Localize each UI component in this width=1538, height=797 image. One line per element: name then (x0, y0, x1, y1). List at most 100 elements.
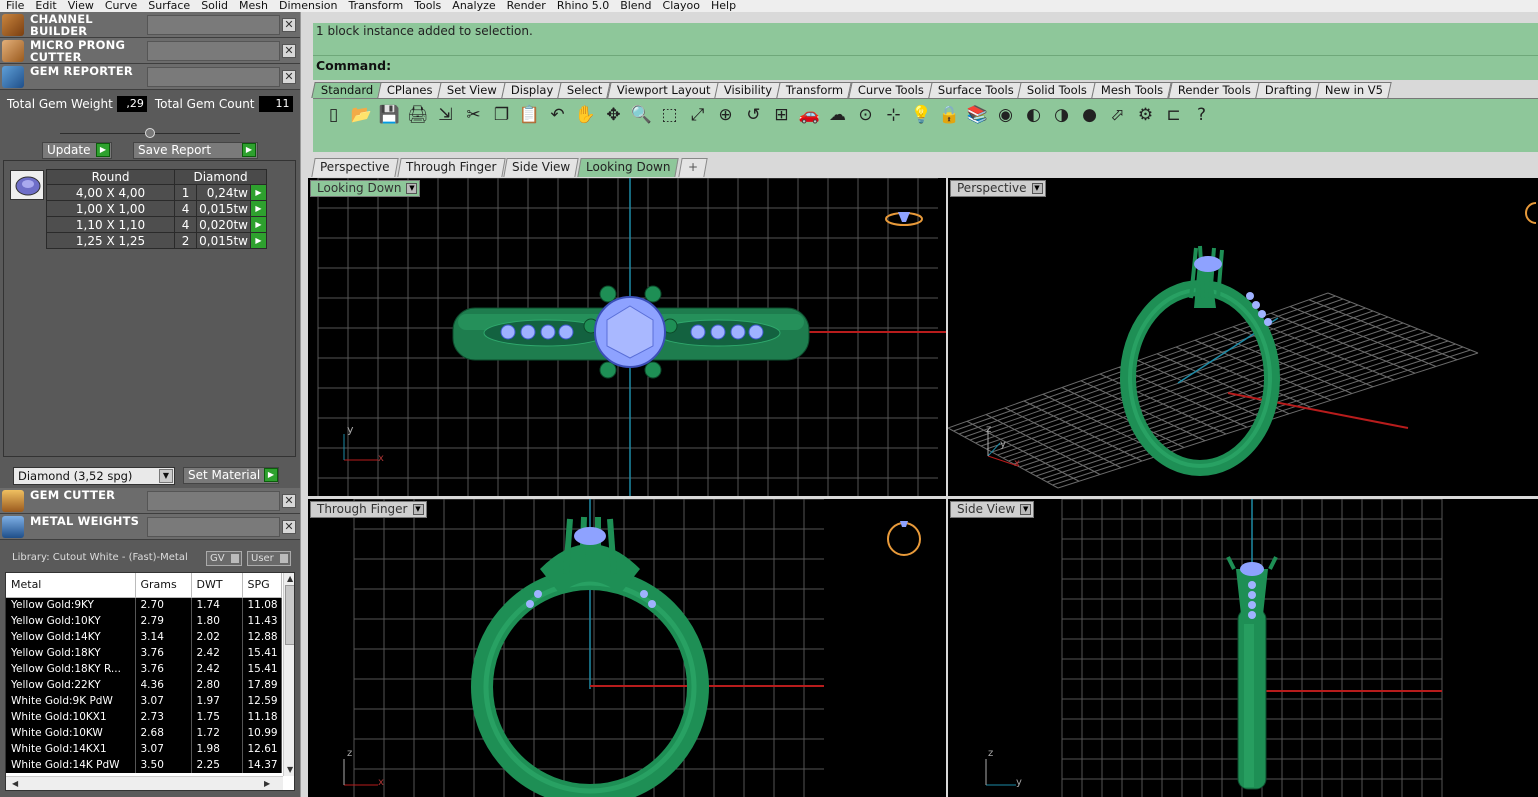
play-arrow-icon[interactable]: ▶ (242, 143, 256, 157)
metal-row[interactable]: White Gold:14KX1 3.07 1.98 12.61 (6, 741, 282, 757)
car-icon[interactable]: 🚗 (798, 104, 821, 126)
close-icon[interactable]: ✕ (282, 494, 296, 508)
open-icon[interactable]: 📂 (350, 104, 373, 126)
metal-row[interactable]: Yellow Gold:18KY R... 3.76 2.42 15.41 (6, 661, 282, 677)
metal-header[interactable]: Metal (6, 573, 136, 598)
play-arrow-icon[interactable]: ▶ (250, 216, 267, 233)
menu-dimension[interactable]: Dimension (273, 0, 342, 12)
chevron-down-icon[interactable]: ▼ (406, 183, 418, 194)
cplane-icon[interactable]: ⊙ (854, 104, 877, 126)
toolbar-tab-set-view[interactable]: Set View (437, 82, 506, 98)
metal-row[interactable]: White Gold:9K PdW 3.07 1.97 12.59 (6, 693, 282, 709)
chevron-down-icon[interactable]: ▼ (412, 504, 424, 515)
metal-row[interactable]: Yellow Gold:18KY 3.76 2.42 15.41 (6, 645, 282, 661)
view-tab-looking-down[interactable]: Looking Down (577, 158, 680, 177)
splitter-handle[interactable] (145, 128, 155, 138)
menu-surface[interactable]: Surface (142, 0, 195, 12)
gem-reporter-header[interactable]: GEM REPORTER ✕ (0, 64, 300, 90)
toolbar-tab-drafting[interactable]: Drafting (1254, 82, 1321, 98)
undo-icon[interactable]: ↶ (546, 104, 569, 126)
spg-header[interactable]: SPG (242, 573, 282, 598)
view-tab-side-view[interactable]: Side View (503, 158, 579, 177)
close-icon[interactable]: ✕ (282, 70, 296, 84)
viewport-title-perspective[interactable]: Perspective ▼ (950, 180, 1046, 197)
viewport-side-view[interactable]: z y Side View ▼ (948, 499, 1538, 797)
vertical-scrollbar[interactable]: ▲ ▼ (283, 573, 294, 776)
grid-snap-icon[interactable]: ⊹ (882, 104, 905, 126)
lock-icon[interactable]: 🔒 (938, 104, 961, 126)
play-arrow-icon[interactable]: ▶ (250, 232, 267, 249)
settings-icon[interactable]: ⚙ (1134, 104, 1157, 126)
scroll-down-icon[interactable]: ▼ (287, 765, 293, 774)
color-wheel-icon[interactable]: ◉ (994, 104, 1017, 126)
chevron-down-icon[interactable]: ▼ (1020, 504, 1032, 515)
copy-icon[interactable]: ❐ (490, 104, 513, 126)
menu-mesh[interactable]: Mesh (233, 0, 273, 12)
zoom-icon[interactable]: 🔍 (630, 104, 653, 126)
metal-row[interactable]: Yellow Gold:10KY 2.79 1.80 11.43 (6, 613, 282, 629)
close-icon[interactable]: ✕ (282, 44, 296, 58)
metal-row[interactable]: Yellow Gold:14KY 3.14 2.02 12.88 (6, 629, 282, 645)
menu-edit[interactable]: Edit (29, 0, 61, 12)
pan-icon[interactable]: ✋ (574, 104, 597, 126)
chevron-down-icon[interactable]: ▼ (159, 469, 173, 483)
view-tab-perspective[interactable]: Perspective (311, 158, 399, 177)
material-icon[interactable]: ● (1078, 104, 1101, 126)
print-icon[interactable]: 🖨 (406, 104, 429, 126)
channel-builder-header[interactable]: CHANNEL BUILDER ✕ (0, 12, 300, 38)
zoom-extents-icon[interactable]: ⤢ (686, 104, 709, 126)
scroll-left-icon[interactable]: ◀ (12, 779, 18, 788)
import-icon[interactable]: ⇲ (434, 104, 457, 126)
play-arrow-icon[interactable]: ▶ (264, 468, 278, 482)
micro-prong-cutter-header[interactable]: MICRO PRONG CUTTER ✕ (0, 38, 300, 64)
viewport-looking-down[interactable]: y x Looking Down ▼ (308, 178, 946, 496)
fog-icon[interactable]: ☁ (826, 104, 849, 126)
scroll-up-icon[interactable]: ▲ (287, 574, 293, 583)
zoom-selected-icon[interactable]: ⊕ (714, 104, 737, 126)
new-file-icon[interactable]: ▯ (322, 104, 345, 126)
viewport-title-side-view[interactable]: Side View ▼ (950, 501, 1035, 518)
zoom-window-icon[interactable]: ⬚ (658, 104, 681, 126)
rotate-view-icon[interactable]: ✥ (602, 104, 625, 126)
play-arrow-icon[interactable]: ▶ (96, 143, 110, 157)
toolbar-tab-surface-tools[interactable]: Surface Tools (927, 82, 1023, 98)
menu-transform[interactable]: Transform (342, 0, 408, 12)
save-report-button[interactable]: Save Report (133, 142, 258, 159)
viewport-through-finger[interactable]: z x Through Finger ▼ (308, 499, 946, 797)
panel-splitter[interactable] (300, 12, 308, 797)
gem-row[interactable]: 1,00 X 1,00 4 0,015tw ▶ (45, 200, 267, 217)
grams-header[interactable]: Grams (135, 573, 192, 598)
add-viewport-tab-icon[interactable]: + (678, 158, 708, 177)
chevron-down-icon[interactable]: ▼ (1031, 183, 1043, 194)
menu-file[interactable]: File (0, 0, 29, 12)
toolbar-tab-visibility[interactable]: Visibility (714, 82, 782, 98)
dimensions-icon[interactable]: ⊏ (1162, 104, 1185, 126)
menu-blend[interactable]: Blend (614, 0, 656, 12)
close-icon[interactable]: ✕ (282, 18, 296, 32)
command-prompt[interactable]: Command: (313, 56, 1538, 80)
gem-cutter-header[interactable]: GEM CUTTER ✕ (0, 488, 300, 514)
play-arrow-icon[interactable]: ▶ (250, 200, 267, 217)
save-icon[interactable]: 💾 (378, 104, 401, 126)
metal-row[interactable]: Yellow Gold:22KY 4.36 2.80 17.89 (6, 677, 282, 693)
metal-row[interactable]: White Gold:10KW 2.68 1.72 10.99 (6, 725, 282, 741)
material-select[interactable]: Diamond (3,52 spg) ▼ (13, 467, 175, 485)
metal-row[interactable]: White Gold:14K PdW 3.50 2.25 14.37 (6, 757, 282, 773)
dwt-header[interactable]: DWT (191, 573, 243, 598)
layer-icon[interactable]: 📚 (966, 104, 989, 126)
user-toggle[interactable]: User (247, 551, 291, 566)
undo-view-icon[interactable]: ↺ (742, 104, 765, 126)
scroll-right-icon[interactable]: ▶ (264, 779, 270, 788)
metal-row[interactable]: White Gold:10KX1 2.73 1.75 11.18 (6, 709, 282, 725)
gv-toggle[interactable]: GV (206, 551, 242, 566)
menu-analyze[interactable]: Analyze (446, 0, 500, 12)
toolbar-tab-new-in-v5[interactable]: New in V5 (1315, 82, 1393, 98)
menu-help[interactable]: Help (705, 0, 741, 12)
horizontal-scrollbar[interactable]: ◀ ▶ (6, 776, 283, 790)
viewport-perspective[interactable]: z y x Perspective ▼ (948, 178, 1538, 496)
menu-view[interactable]: View (62, 0, 99, 12)
four-viewports-icon[interactable]: ⊞ (770, 104, 793, 126)
viewport-title-looking-down[interactable]: Looking Down ▼ (310, 180, 421, 197)
toolbar-tab-cplanes[interactable]: CPlanes (377, 82, 442, 98)
toolbar-tab-standard[interactable]: Standard (311, 82, 383, 98)
